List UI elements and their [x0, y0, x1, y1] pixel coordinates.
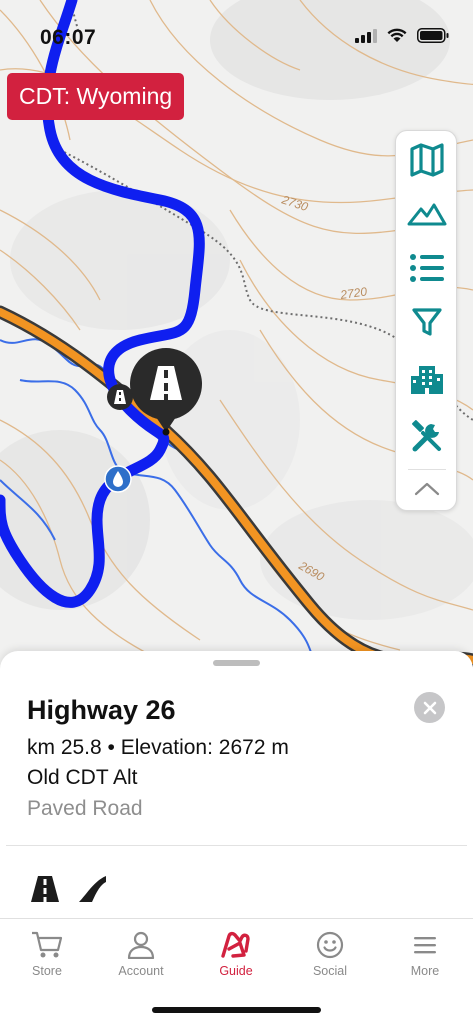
- tab-label: More: [410, 964, 440, 978]
- poi-route: Old CDT Alt: [27, 766, 138, 789]
- smiley-icon: [316, 931, 344, 959]
- status-time: 06:07: [40, 26, 97, 49]
- collapse-toolbar-button[interactable]: [396, 467, 458, 511]
- road-marker-small[interactable]: [106, 383, 134, 416]
- list-icon: [410, 254, 444, 282]
- person-icon: [127, 931, 155, 959]
- region-badge[interactable]: CDT: Wyoming: [7, 73, 185, 120]
- tab-store[interactable]: Store: [0, 919, 94, 989]
- filter-icon: [412, 308, 442, 336]
- tab-guide[interactable]: Guide: [189, 919, 283, 989]
- map-view[interactable]: 2730 2720 2690 06:07 CDT: Wyoming: [0, 0, 473, 680]
- tab-social[interactable]: Social: [283, 919, 377, 989]
- home-indicator[interactable]: [152, 1007, 321, 1013]
- wifi-icon: [387, 28, 407, 42]
- ramp-icon: [78, 875, 108, 908]
- list-button[interactable]: [396, 241, 458, 295]
- sheet-grabber[interactable]: [213, 660, 260, 666]
- terrain-icon: [407, 203, 447, 226]
- road-icon: [29, 875, 61, 908]
- contour-label: 2730: [279, 192, 310, 214]
- terrain-button[interactable]: [396, 187, 458, 241]
- tab-bar: Store Account Guide Social More: [0, 918, 473, 1024]
- tab-label: Store: [32, 964, 62, 978]
- poi-title: Highway 26: [27, 695, 176, 725]
- town-icon: [411, 366, 443, 394]
- tools-icon: [412, 420, 441, 452]
- map-icon: [410, 143, 444, 177]
- tab-label: Social: [312, 964, 348, 978]
- selected-road-pin[interactable]: [128, 346, 204, 443]
- close-button[interactable]: [414, 692, 445, 723]
- water-source-marker[interactable]: [104, 465, 132, 498]
- signal-icon: [355, 28, 377, 43]
- tab-label: Account: [118, 964, 164, 978]
- menu-icon: [414, 937, 436, 954]
- close-icon: [423, 701, 436, 714]
- tools-button[interactable]: [396, 409, 458, 463]
- map-layers-button[interactable]: [396, 133, 458, 187]
- tab-account[interactable]: Account: [94, 919, 188, 989]
- poi-details: km 25.8 • Elevation: 2672 m: [27, 736, 289, 759]
- status-bar: 06:07: [0, 0, 473, 60]
- cart-icon: [32, 931, 63, 958]
- guide-logo-icon: [221, 931, 250, 958]
- map-toolbar: [395, 130, 457, 511]
- tab-more[interactable]: More: [378, 919, 472, 989]
- chevron-up-icon: [414, 482, 440, 496]
- poi-detail-sheet[interactable]: Highway 26 km 25.8 • Elevation: 2672 m O…: [0, 651, 473, 921]
- poi-type: Paved Road: [27, 797, 143, 820]
- filter-button[interactable]: [396, 295, 458, 349]
- tab-label: Guide: [219, 964, 253, 978]
- towns-button[interactable]: [396, 353, 458, 407]
- battery-icon: [417, 28, 449, 43]
